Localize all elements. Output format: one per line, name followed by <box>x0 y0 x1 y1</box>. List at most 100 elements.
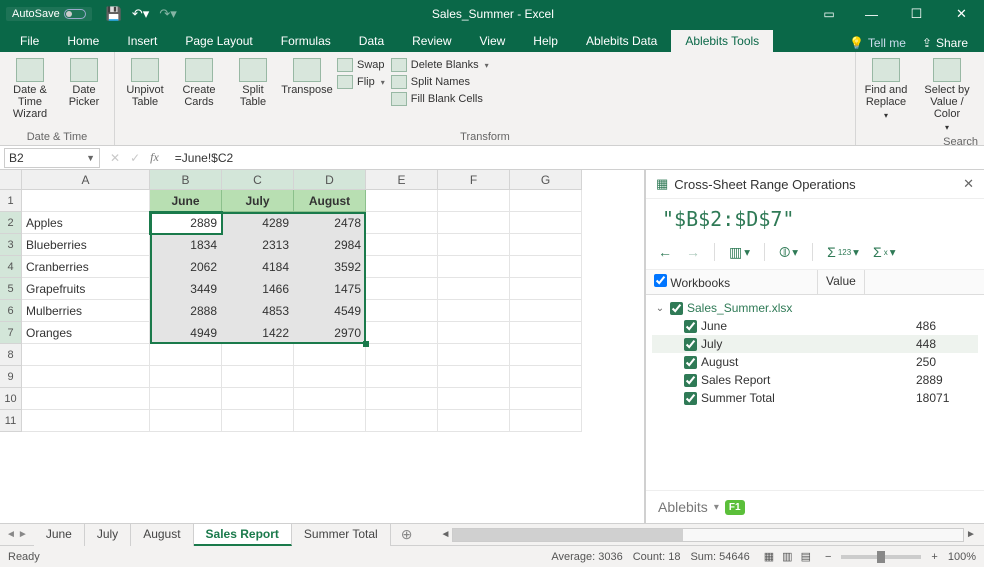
cell-G5[interactable] <box>510 278 582 300</box>
col-header-E[interactable]: E <box>366 170 438 190</box>
horizontal-scrollbar[interactable]: ◄ ► <box>438 528 978 542</box>
tab-data[interactable]: Data <box>345 30 398 52</box>
row-header-4[interactable]: 4 <box>0 256 22 278</box>
scroll-right-icon[interactable]: ► <box>964 529 978 540</box>
cell-G2[interactable] <box>510 212 582 234</box>
tab-ablebits-tools[interactable]: Ablebits Tools <box>671 30 773 52</box>
swap-button[interactable]: Swap <box>337 58 385 72</box>
cell-F1[interactable] <box>438 190 510 212</box>
row-header-10[interactable]: 10 <box>0 388 22 410</box>
cell-E2[interactable] <box>366 212 438 234</box>
cell-A5[interactable]: Grapefruits <box>22 278 150 300</box>
cell-D8[interactable] <box>294 344 366 366</box>
tree-item-checkbox[interactable] <box>684 356 697 369</box>
cell-B11[interactable] <box>150 410 222 432</box>
name-box[interactable]: B2▼ <box>4 148 100 168</box>
cell-G10[interactable] <box>510 388 582 410</box>
cell-A7[interactable]: Oranges <box>22 322 150 344</box>
close-button[interactable]: ✕ <box>939 0 984 28</box>
cell-B2[interactable]: 2889 <box>150 212 222 234</box>
pane-close-button[interactable]: ✕ <box>963 176 974 192</box>
tree-item-checkbox[interactable] <box>684 320 697 333</box>
tree-item-june[interactable]: June486 <box>652 317 978 335</box>
tree-item-august[interactable]: August250 <box>652 353 978 371</box>
cell-B8[interactable] <box>150 344 222 366</box>
enter-formula-icon[interactable]: ✓ <box>130 151 140 165</box>
cell-C3[interactable]: 2313 <box>222 234 294 256</box>
cell-A2[interactable]: Apples <box>22 212 150 234</box>
row-header-8[interactable]: 8 <box>0 344 22 366</box>
tab-formulas[interactable]: Formulas <box>267 30 345 52</box>
cell-D3[interactable]: 2984 <box>294 234 366 256</box>
tree-item-checkbox[interactable] <box>684 338 697 351</box>
cell-C11[interactable] <box>222 410 294 432</box>
tree-item-july[interactable]: July448 <box>652 335 978 353</box>
row-header-1[interactable]: 1 <box>0 190 22 212</box>
tab-insert[interactable]: Insert <box>113 30 171 52</box>
cell-E8[interactable] <box>366 344 438 366</box>
pane-back-button[interactable]: ← <box>658 244 672 260</box>
cell-B10[interactable] <box>150 388 222 410</box>
cell-B7[interactable]: 4949 <box>150 322 222 344</box>
split-names-button[interactable]: Split Names <box>391 75 489 89</box>
cell-G7[interactable] <box>510 322 582 344</box>
cell-A9[interactable] <box>22 366 150 388</box>
unpivot-table-button[interactable]: Unpivot Table <box>121 56 169 108</box>
cell-G6[interactable] <box>510 300 582 322</box>
minimize-button[interactable]: — <box>849 0 894 28</box>
pane-link-button[interactable]: ⦷ ▾ <box>779 244 798 261</box>
tab-view[interactable]: View <box>466 30 520 52</box>
cell-F8[interactable] <box>438 344 510 366</box>
zoom-slider[interactable] <box>841 555 921 559</box>
col-header-D[interactable]: D <box>294 170 366 190</box>
col-header-A[interactable]: A <box>22 170 150 190</box>
scroll-left-icon[interactable]: ◄ <box>438 529 452 540</box>
tree-item-checkbox[interactable] <box>684 374 697 387</box>
sheet-nav-next-icon[interactable]: ► <box>18 529 28 540</box>
transpose-button[interactable]: Transpose <box>283 56 331 96</box>
tab-file[interactable]: File <box>6 30 53 52</box>
cell-C10[interactable] <box>222 388 294 410</box>
col-header-F[interactable]: F <box>438 170 510 190</box>
cell-A11[interactable] <box>22 410 150 432</box>
tab-help[interactable]: Help <box>519 30 572 52</box>
cell-A10[interactable] <box>22 388 150 410</box>
tell-me-search[interactable]: 💡Tell me <box>849 36 906 50</box>
undo-icon[interactable]: ↶▾ <box>132 6 149 22</box>
tree-item-sales-report[interactable]: Sales Report2889 <box>652 371 978 389</box>
cell-D5[interactable]: 1475 <box>294 278 366 300</box>
pane-paste-button[interactable]: ▥ ▾ <box>729 244 750 261</box>
cell-G4[interactable] <box>510 256 582 278</box>
zoom-in-button[interactable]: + <box>931 551 937 563</box>
collapse-icon[interactable]: ⌄ <box>654 303 666 314</box>
f1-help-badge[interactable]: F1 <box>725 500 745 515</box>
scroll-thumb[interactable] <box>453 529 682 541</box>
cell-C1[interactable]: July <box>222 190 294 212</box>
cells-grid[interactable]: ABCDEFG1JuneJulyAugust2Apples28894289247… <box>0 170 644 523</box>
fill-blank-cells-button[interactable]: Fill Blank Cells <box>391 92 489 106</box>
cell-D11[interactable] <box>294 410 366 432</box>
tab-review[interactable]: Review <box>398 30 465 52</box>
tab-page-layout[interactable]: Page Layout <box>171 30 266 52</box>
tab-home[interactable]: Home <box>53 30 113 52</box>
date-time-wizard-button[interactable]: Date & Time Wizard <box>6 56 54 120</box>
pane-function-button[interactable]: Σx ▾ <box>873 244 896 260</box>
row-header-9[interactable]: 9 <box>0 366 22 388</box>
cell-G9[interactable] <box>510 366 582 388</box>
find-replace-button[interactable]: Find and Replace▾ <box>862 56 910 122</box>
share-button[interactable]: ⇪Share <box>916 34 974 52</box>
cell-G3[interactable] <box>510 234 582 256</box>
cell-C5[interactable]: 1466 <box>222 278 294 300</box>
row-header-3[interactable]: 3 <box>0 234 22 256</box>
cell-D9[interactable] <box>294 366 366 388</box>
sheet-tab-june[interactable]: June <box>34 524 85 546</box>
cell-E11[interactable] <box>366 410 438 432</box>
cell-D2[interactable]: 2478 <box>294 212 366 234</box>
row-header-6[interactable]: 6 <box>0 300 22 322</box>
cell-C8[interactable] <box>222 344 294 366</box>
formula-input[interactable]: =June!$C2 <box>169 151 984 165</box>
row-header-11[interactable]: 11 <box>0 410 22 432</box>
cell-D6[interactable]: 4549 <box>294 300 366 322</box>
cell-E10[interactable] <box>366 388 438 410</box>
save-icon[interactable]: 💾 <box>106 6 122 22</box>
